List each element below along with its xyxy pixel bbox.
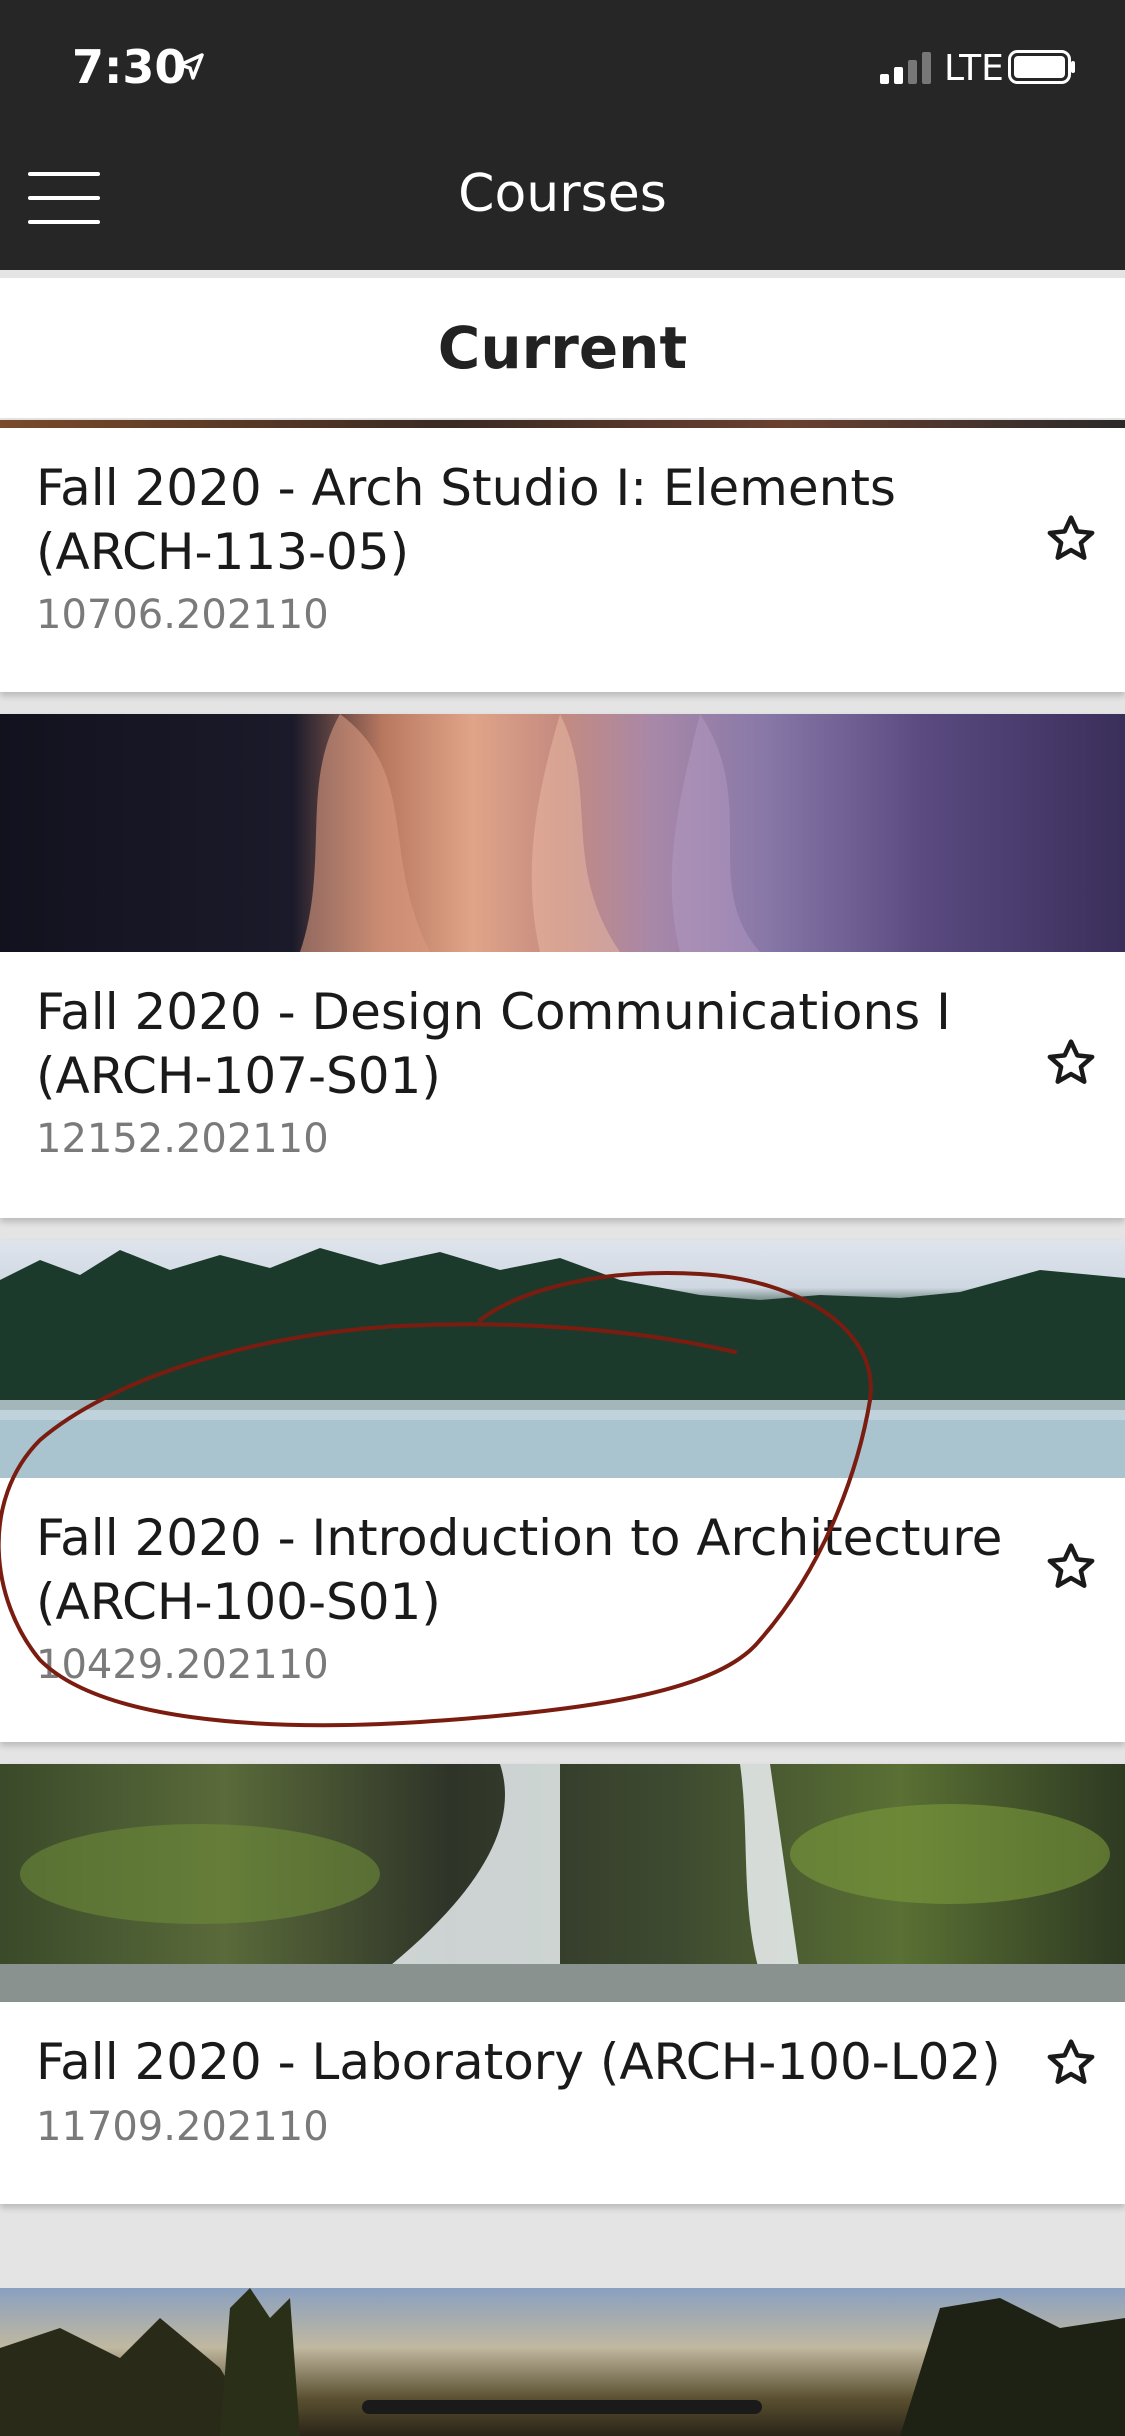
star-outline-icon[interactable]	[1044, 1540, 1098, 1594]
battery-icon	[1008, 50, 1075, 84]
waterfall-image	[0, 1764, 1125, 2002]
star-outline-icon[interactable]	[1044, 512, 1098, 566]
course-title[interactable]: Fall 2020 - Design Communications I (ARC…	[36, 980, 1016, 1108]
course-image	[0, 1764, 1125, 2002]
course-id: 11709.202110	[36, 2104, 329, 2150]
course-image	[0, 714, 1125, 952]
course-id: 12152.202110	[36, 1116, 329, 1162]
course-title[interactable]: Fall 2020 - Arch Studio I: Elements (ARC…	[36, 456, 1016, 584]
course-card[interactable]: Fall 2020 - Design Communications I (ARC…	[0, 714, 1125, 1218]
page-title: Courses	[458, 164, 667, 224]
section-header: Current	[0, 278, 1125, 418]
course-id: 10706.202110	[36, 592, 329, 638]
course-image	[0, 1240, 1125, 1478]
status-bar: 7:30 LTE	[0, 0, 1125, 140]
network-type: LTE	[944, 48, 1004, 89]
course-image	[0, 420, 1125, 428]
home-indicator[interactable]	[362, 2400, 762, 2414]
course-card[interactable]: Fall 2020 - Laboratory (ARCH-100-L02) 11…	[0, 1764, 1125, 2204]
course-title[interactable]: Fall 2020 - Laboratory (ARCH-100-L02)	[36, 2030, 1016, 2094]
course-id: 10429.202110	[36, 1642, 329, 1688]
course-card[interactable]: Fall 2020 - Arch Studio I: Elements (ARC…	[0, 420, 1125, 692]
course-card[interactable]: Fall 2020 - Introduction to Architecture…	[0, 1240, 1125, 1742]
star-outline-icon[interactable]	[1044, 1036, 1098, 1090]
location-arrow-icon	[178, 53, 204, 80]
status-time: 7:30	[72, 40, 187, 94]
misty-lake-forest-image	[0, 1248, 1125, 1478]
star-outline-icon[interactable]	[1044, 2036, 1098, 2090]
signal-icon	[880, 52, 931, 84]
course-title[interactable]: Fall 2020 - Introduction to Architecture…	[36, 1506, 1016, 1634]
canyon-rock-image	[300, 714, 760, 952]
